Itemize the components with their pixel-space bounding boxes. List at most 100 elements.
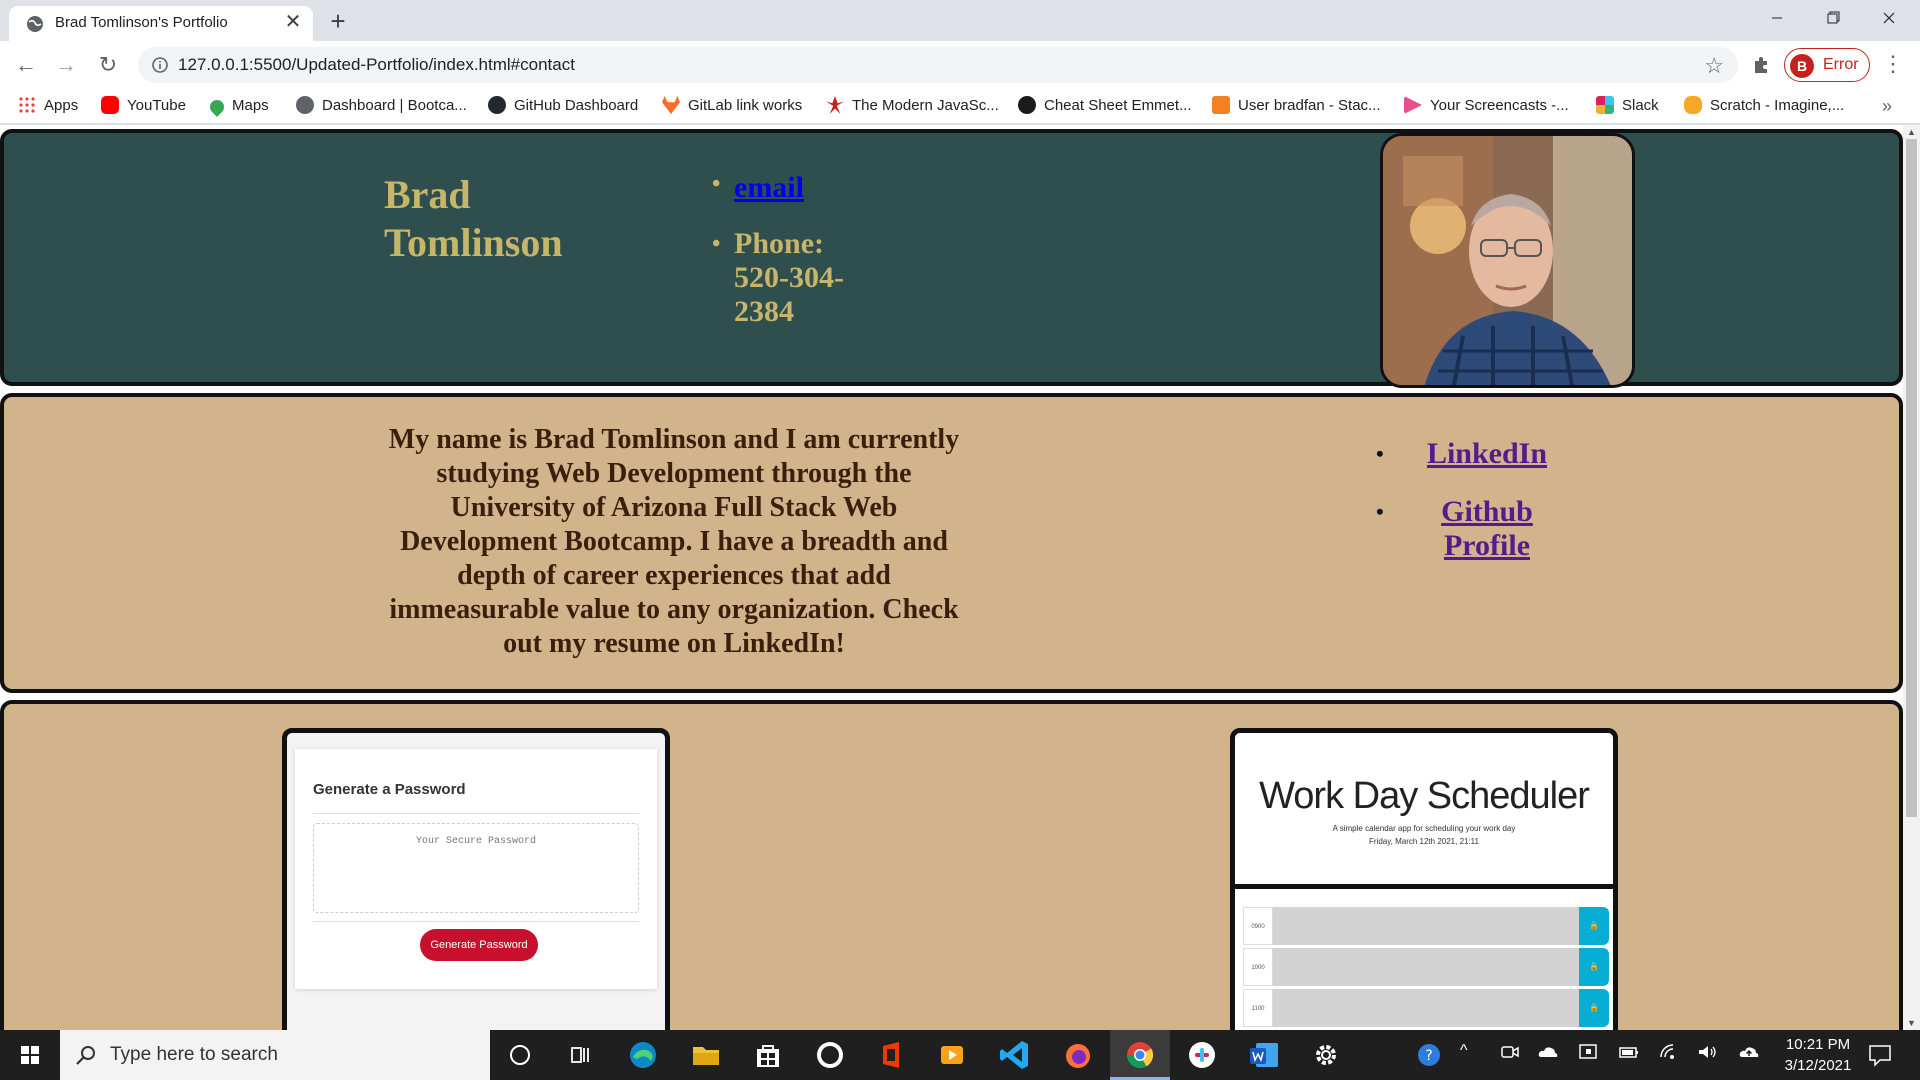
stackoverflow-icon	[1212, 96, 1230, 114]
page-scrollbar[interactable]: ▲ ▼	[1903, 125, 1920, 1030]
github-link[interactable]: Github Profile	[1441, 495, 1533, 562]
notifications-icon[interactable]	[1866, 1042, 1894, 1068]
work-day-scheduler-project[interactable]: Work Day Scheduler A simple calendar app…	[1230, 728, 1618, 1030]
scrollbar-thumb[interactable]	[1906, 139, 1917, 817]
bookmark-slack[interactable]: Slack	[1596, 94, 1659, 118]
file-explorer-icon[interactable]	[688, 1037, 724, 1073]
minimize-icon[interactable]	[1754, 3, 1800, 33]
task-view-icon[interactable]	[562, 1037, 598, 1073]
youtube-icon	[101, 96, 119, 114]
onedrive-icon[interactable]	[1537, 1042, 1559, 1062]
forward-arrow-icon[interactable]: →	[50, 49, 82, 81]
bookmark-star-icon[interactable]: ☆	[1704, 53, 1724, 79]
bookmark-dashboard[interactable]: Dashboard | Bootca...	[296, 94, 467, 118]
contact-list: email Phone: 520-304-2384	[704, 171, 864, 329]
save-lock-icon: 🔒	[1579, 989, 1609, 1027]
search-icon	[76, 1046, 95, 1065]
scratch-icon	[1684, 96, 1702, 114]
back-arrow-icon[interactable]: ←	[10, 49, 42, 81]
info-icon[interactable]	[150, 55, 170, 75]
volume-icon[interactable]	[1696, 1042, 1718, 1062]
more-bookmarks-icon[interactable]: »	[1882, 96, 1892, 117]
bookmark-stackoverflow[interactable]: User bradfan - Stac...	[1212, 94, 1381, 118]
linkedin-link[interactable]: LinkedIn	[1427, 437, 1547, 470]
bookmark-label: Apps	[44, 97, 79, 114]
bookmark-apps[interactable]: Apps	[18, 94, 78, 118]
event-textarea	[1273, 989, 1579, 1027]
video-player-icon[interactable]	[934, 1037, 970, 1073]
battery-icon[interactable]	[1618, 1042, 1640, 1062]
new-tab-button[interactable]: +	[324, 7, 352, 35]
emmet-icon	[1018, 96, 1036, 114]
system-clock[interactable]: 10:21 PM 3/12/2021	[1770, 1034, 1866, 1076]
hour-label: 0900	[1243, 907, 1273, 945]
time-block: 1000 🔒	[1243, 948, 1609, 986]
bookmark-label: User bradfan - Stac...	[1238, 97, 1381, 114]
bookmark-github[interactable]: GitHub Dashboard	[488, 94, 638, 118]
firefox-icon[interactable]	[1060, 1037, 1096, 1073]
chrome-icon[interactable]	[1122, 1037, 1158, 1073]
defender-icon[interactable]	[1578, 1042, 1598, 1062]
bookmark-screencasts[interactable]: Your Screencasts -...	[1404, 94, 1569, 118]
meet-now-icon[interactable]	[1500, 1042, 1520, 1062]
header-section: Brad Tomlinson email Phone: 520-304-2384	[0, 129, 1903, 388]
portrait-image	[1383, 136, 1632, 385]
divider	[313, 921, 639, 922]
kebab-menu-icon[interactable]: ⋮	[1882, 51, 1904, 79]
globe-icon	[27, 16, 43, 32]
password-generator-project[interactable]: Generate a Password Your Secure Password…	[282, 728, 670, 1030]
hour-label: 1100	[1243, 989, 1273, 1027]
scroll-up-icon[interactable]: ▲	[1907, 127, 1916, 137]
tray-chevron-icon[interactable]: ^	[1460, 1042, 1468, 1060]
browser-tab[interactable]: Brad Tomlinson's Portfolio ✕	[9, 6, 313, 41]
bookmark-gitlab[interactable]: GitLab link works	[662, 94, 802, 118]
tab-close-icon[interactable]: ✕	[281, 10, 305, 34]
apps-grid-icon	[18, 96, 36, 114]
profile-error-button[interactable]: B Error	[1784, 48, 1870, 82]
wifi-icon[interactable]	[1658, 1042, 1680, 1062]
screencast-icon	[1404, 96, 1422, 114]
phone-text: Phone: 520-304-2384	[734, 227, 844, 328]
settings-gear-icon[interactable]	[1308, 1037, 1344, 1073]
bookmark-scratch[interactable]: Scratch - Imagine,...	[1684, 94, 1844, 118]
vscode-icon[interactable]	[997, 1037, 1033, 1073]
bookmark-modern-js[interactable]: The Modern JavaSc...	[826, 94, 999, 118]
contact-item-phone: Phone: 520-304-2384	[704, 227, 864, 329]
hour-label: 1000	[1243, 948, 1273, 986]
store-icon[interactable]	[750, 1037, 786, 1073]
help-icon[interactable]: ?	[1413, 1037, 1449, 1073]
email-link[interactable]: email	[734, 171, 804, 204]
office-icon[interactable]	[873, 1037, 909, 1073]
cloud-sync-icon[interactable]	[1738, 1042, 1760, 1062]
gitlab-icon	[662, 96, 680, 114]
bookmark-emmet[interactable]: Cheat Sheet Emmet...	[1018, 94, 1192, 118]
event-textarea	[1273, 948, 1579, 986]
bookmark-youtube[interactable]: YouTube	[101, 94, 186, 118]
cortana-icon[interactable]	[502, 1037, 538, 1073]
password-output: Your Secure Password	[313, 823, 639, 913]
windows-start-icon[interactable]	[0, 1030, 60, 1080]
scroll-down-icon[interactable]: ▼	[1907, 1018, 1916, 1028]
browser-toolbar: ← → ↻ 127.0.0.1:5500/Updated-Portfolio/i…	[0, 41, 1920, 88]
bookmarks-bar: Apps YouTube Maps Dashboard | Bootca... …	[0, 88, 1920, 124]
windows-taskbar: Type here to search ? ^ 10:21 PM 3/12/20…	[0, 1030, 1920, 1080]
close-window-icon[interactable]	[1866, 3, 1912, 33]
word-icon[interactable]	[1246, 1037, 1282, 1073]
restore-icon[interactable]	[1810, 3, 1856, 33]
slack-taskbar-icon[interactable]	[1184, 1037, 1220, 1073]
extensions-puzzle-icon[interactable]	[1750, 53, 1774, 77]
bookmark-label: Scratch - Imagine,...	[1710, 97, 1845, 114]
bookmark-maps[interactable]: Maps	[207, 94, 269, 118]
javascript-figure-icon	[826, 96, 844, 114]
reload-icon[interactable]: ↻	[92, 49, 124, 81]
password-placeholder: Your Secure Password	[415, 836, 537, 847]
bookmark-label: The Modern JavaSc...	[852, 97, 999, 114]
search-placeholder: Type here to search	[110, 1044, 278, 1065]
url-text[interactable]: 127.0.0.1:5500/Updated-Portfolio/index.h…	[178, 55, 575, 75]
divider	[313, 813, 639, 814]
edge-icon[interactable]	[625, 1037, 661, 1073]
address-bar[interactable]: 127.0.0.1:5500/Updated-Portfolio/index.h…	[138, 47, 1738, 83]
taskbar-search-box[interactable]: Type here to search	[60, 1030, 490, 1080]
github-desktop-icon[interactable]	[812, 1037, 848, 1073]
bookmark-label: Cheat Sheet Emmet...	[1044, 97, 1192, 114]
